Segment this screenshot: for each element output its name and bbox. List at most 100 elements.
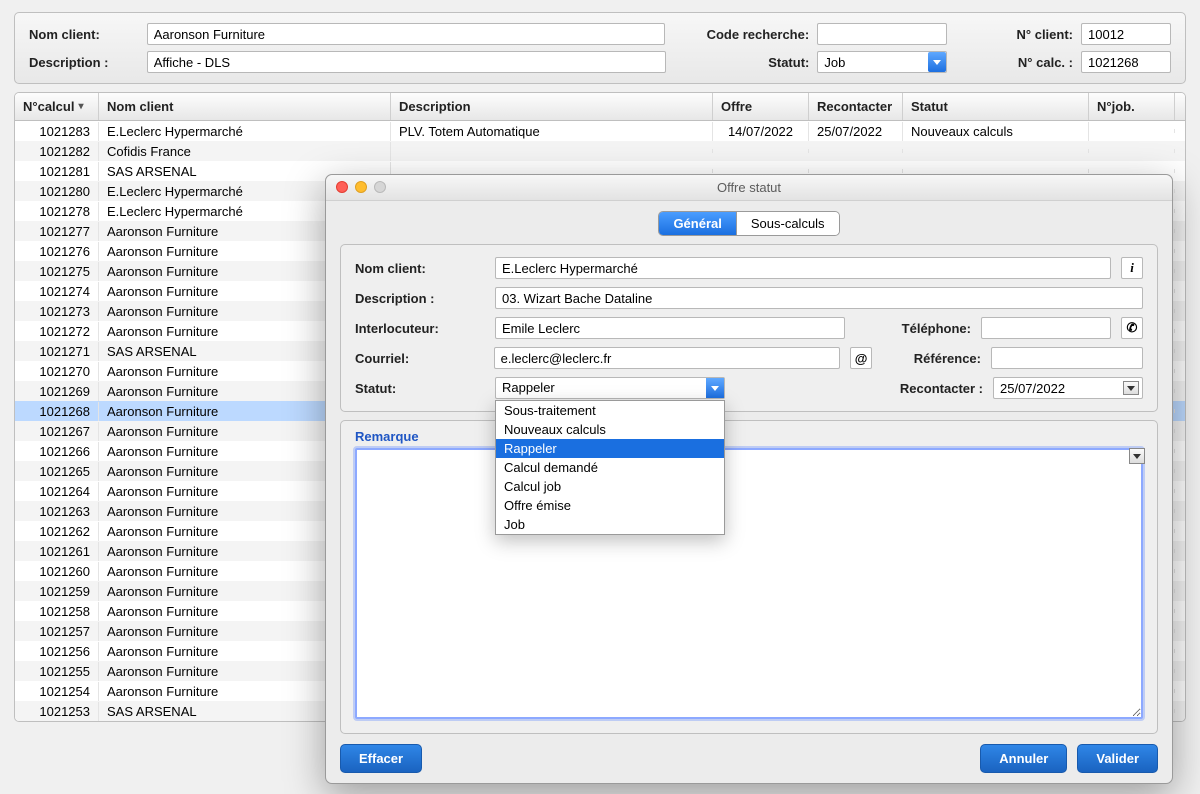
effacer-button[interactable]: Effacer: [340, 744, 422, 773]
modal-description-input[interactable]: [495, 287, 1143, 309]
recontacter-value: 25/07/2022: [1000, 381, 1065, 396]
chevron-down-icon: [928, 52, 946, 72]
cell-desc: [391, 169, 713, 173]
filter-statut-select[interactable]: Job: [817, 51, 947, 73]
filter-nom-client-input[interactable]: [147, 23, 666, 45]
cell-calc: 1021265: [15, 462, 99, 481]
cell-calc: 1021280: [15, 182, 99, 201]
table-row[interactable]: 1021283E.Leclerc HypermarchéPLV. Totem A…: [15, 121, 1185, 141]
cell-stat: [903, 169, 1089, 173]
zoom-icon: [374, 181, 386, 193]
label-modal-recontacter: Recontacter :: [883, 381, 983, 396]
statut-option[interactable]: Offre émise: [496, 496, 724, 515]
cell-nom: E.Leclerc Hypermarché: [99, 122, 391, 141]
valider-button[interactable]: Valider: [1077, 744, 1158, 773]
at-icon[interactable]: @: [850, 347, 872, 369]
statut-option[interactable]: Nouveaux calculs: [496, 420, 724, 439]
cell-calc: 1021276: [15, 242, 99, 261]
modal-recontacter-date[interactable]: 25/07/2022: [993, 377, 1143, 399]
cell-calc: 1021264: [15, 482, 99, 501]
modal-reference-input[interactable]: [991, 347, 1143, 369]
chevron-down-icon: [706, 378, 724, 398]
cell-calc: 1021262: [15, 522, 99, 541]
cell-calc: 1021256: [15, 642, 99, 661]
filter-code-recherche-input[interactable]: [817, 23, 947, 45]
label-modal-courriel: Courriel:: [355, 351, 484, 366]
cell-offre: [713, 149, 809, 153]
table-header: N°calcul Nom client Description Offre Re…: [15, 93, 1185, 121]
label-modal-nom-client: Nom client:: [355, 261, 485, 276]
col-description[interactable]: Description: [391, 93, 713, 120]
remark-panel: Remarque: [340, 420, 1158, 734]
cell-calc: 1021263: [15, 502, 99, 521]
cell-offre: [713, 169, 809, 173]
annuler-button[interactable]: Annuler: [980, 744, 1067, 773]
cell-stat: Nouveaux calculs: [903, 122, 1089, 141]
filter-panel: Nom client: Code recherche: N° client: D…: [14, 12, 1186, 84]
cell-recont: 25/07/2022: [809, 122, 903, 141]
cell-calc: 1021278: [15, 202, 99, 221]
statut-option[interactable]: Calcul demandé: [496, 458, 724, 477]
cell-calc: 1021277: [15, 222, 99, 241]
remark-dropdown-icon[interactable]: [1129, 448, 1145, 464]
tab-sous-calculs[interactable]: Sous-calculs: [737, 212, 839, 235]
tab-general[interactable]: Général: [659, 212, 736, 235]
cell-calc: 1021254: [15, 682, 99, 701]
cell-job: [1089, 169, 1175, 173]
label-modal-reference: Référence:: [892, 351, 981, 366]
modal-interlocuteur-input[interactable]: [495, 317, 845, 339]
offre-statut-dialog: Offre statut Général Sous-calculs Nom cl…: [325, 174, 1173, 784]
table-row[interactable]: 1021282Cofidis France: [15, 141, 1185, 161]
statut-option[interactable]: Job: [496, 515, 724, 534]
cell-calc: 1021260: [15, 562, 99, 581]
cell-desc: PLV. Totem Automatique: [391, 122, 713, 141]
cell-calc: 1021273: [15, 302, 99, 321]
close-icon[interactable]: [336, 181, 348, 193]
cell-calc: 1021266: [15, 442, 99, 461]
filter-n-client-input[interactable]: [1081, 23, 1171, 45]
cell-calc: 1021283: [15, 122, 99, 141]
dialog-button-bar: Effacer Annuler Valider: [326, 734, 1172, 783]
cell-calc: 1021267: [15, 422, 99, 441]
modal-remarque-textarea[interactable]: [355, 448, 1143, 719]
label-n-client: N° client:: [1003, 27, 1073, 42]
label-n-calc: N° calc. :: [1003, 55, 1073, 70]
cell-calc: 1021274: [15, 282, 99, 301]
minimize-icon[interactable]: [355, 181, 367, 193]
filter-n-calc-input[interactable]: [1081, 51, 1171, 73]
modal-nom-client-input[interactable]: [495, 257, 1111, 279]
col-n-job[interactable]: N°job.: [1089, 93, 1175, 120]
dialog-title: Offre statut: [326, 180, 1172, 195]
modal-courriel-input[interactable]: [494, 347, 841, 369]
statut-option[interactable]: Rappeler: [496, 439, 724, 458]
col-recontacter[interactable]: Recontacter: [809, 93, 903, 120]
col-n-calcul[interactable]: N°calcul: [15, 93, 99, 120]
label-statut: Statut:: [698, 55, 810, 70]
dialog-titlebar[interactable]: Offre statut: [326, 175, 1172, 201]
phone-icon[interactable]: ✆: [1121, 317, 1143, 339]
statut-option[interactable]: Sous-traitement: [496, 401, 724, 420]
cell-stat: [903, 149, 1089, 153]
modal-statut-select[interactable]: Rappeler: [495, 377, 725, 399]
label-description: Description :: [29, 55, 139, 70]
col-statut[interactable]: Statut: [903, 93, 1089, 120]
cell-recont: [809, 149, 903, 153]
info-icon[interactable]: i: [1121, 257, 1143, 279]
cell-calc: 1021253: [15, 702, 99, 721]
col-offre[interactable]: Offre: [713, 93, 809, 120]
form-panel: Nom client: i Description : Interlocuteu…: [340, 244, 1158, 412]
cell-calc: 1021272: [15, 322, 99, 341]
modal-telephone-input[interactable]: [981, 317, 1111, 339]
tab-group: Général Sous-calculs: [658, 211, 839, 236]
cell-job: [1089, 129, 1175, 133]
label-modal-telephone: Téléphone:: [881, 321, 971, 336]
statut-option[interactable]: Calcul job: [496, 477, 724, 496]
label-remarque: Remarque: [355, 429, 1143, 444]
cell-recont: [809, 169, 903, 173]
chevron-down-icon[interactable]: [1123, 381, 1139, 395]
label-modal-description: Description :: [355, 291, 485, 306]
filter-description-input[interactable]: [147, 51, 666, 73]
col-nom-client[interactable]: Nom client: [99, 93, 391, 120]
cell-calc: 1021275: [15, 262, 99, 281]
cell-nom: Cofidis France: [99, 142, 391, 161]
